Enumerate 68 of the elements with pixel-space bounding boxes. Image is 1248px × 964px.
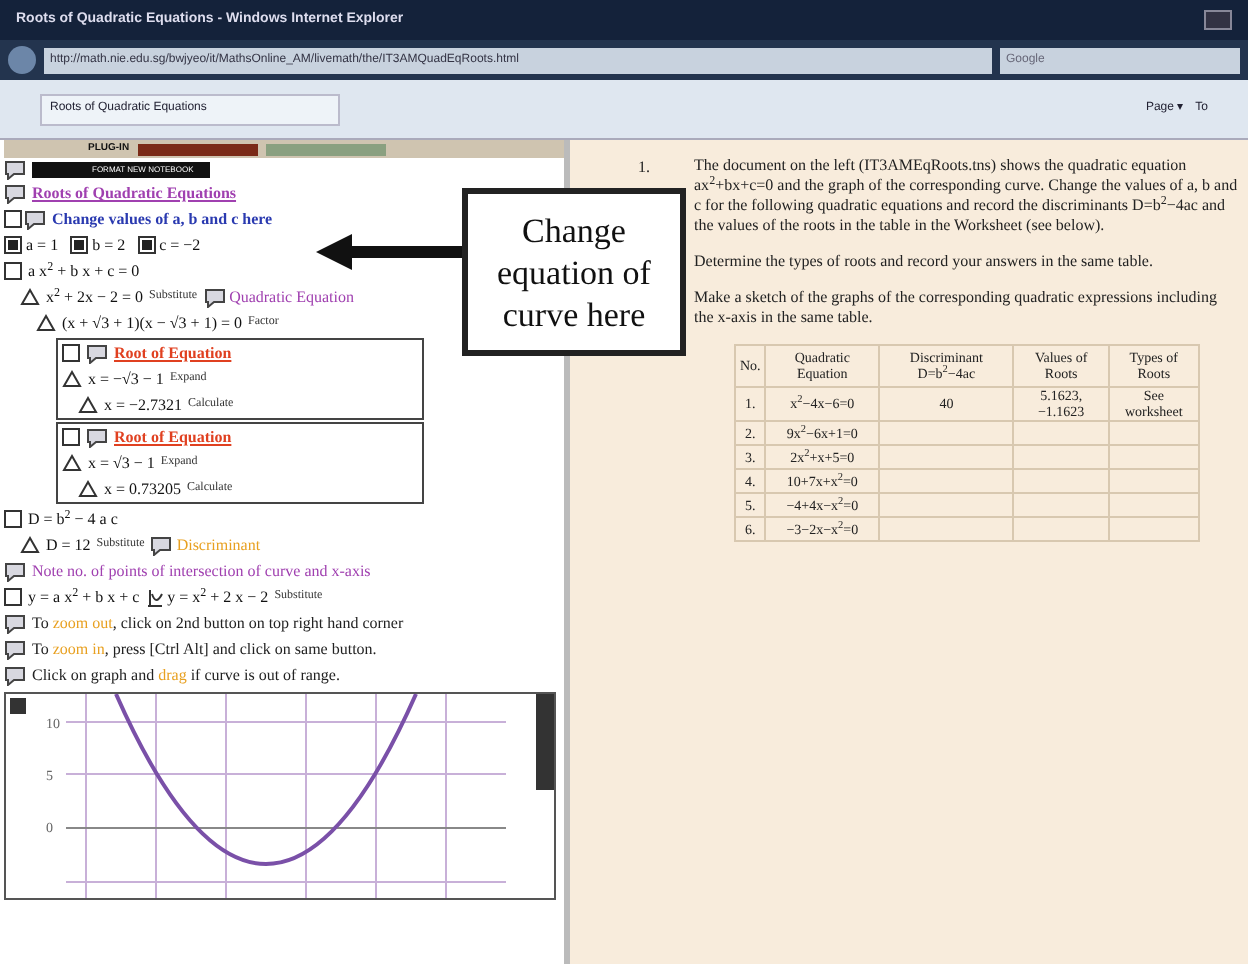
checkbox-icon[interactable]: [4, 588, 22, 606]
table-cell: [879, 517, 1014, 541]
table-cell: [1013, 421, 1109, 445]
value-label: b = 2: [92, 234, 126, 258]
table-cell: [1108, 493, 1199, 517]
document-title-link[interactable]: Roots of Quadratic Equations: [32, 180, 237, 206]
table-cell: [1108, 421, 1199, 445]
math-expression: (x + √3 + 1)(x − √3 + 1) = 0: [62, 312, 242, 336]
value-checkbox[interactable]: [137, 236, 156, 254]
instruction-text: Click on graph and drag if curve is out of range.: [32, 664, 340, 688]
math-expression: x = √3 − 1: [88, 452, 155, 476]
panel-title-link[interactable]: Root of Equation: [114, 340, 232, 366]
table-cell: [1108, 469, 1199, 493]
math-expression: x = −√3 − 1: [88, 368, 164, 392]
checkbox-icon[interactable]: [62, 344, 80, 362]
table-cell: [1013, 469, 1109, 493]
minimize-button[interactable]: [1204, 10, 1232, 30]
table-cell: [879, 469, 1014, 493]
comment-icon: [86, 427, 108, 447]
comment-icon: [150, 535, 173, 555]
panel-title-link[interactable]: Root of Equation: [114, 424, 232, 450]
plot-icon[interactable]: [145, 587, 164, 607]
math-expression: y = a x$^{2}$ + b x + c: [28, 586, 140, 610]
instruction-paragraph: Determine the types of roots and record your answers in the same table.: [694, 252, 1155, 272]
heading-text: Change values of a, b and c here: [52, 208, 273, 232]
callout-box: Change equation of curve here: [462, 188, 686, 356]
toolbar-strip[interactable]: [137, 143, 258, 155]
table-cell: [1013, 493, 1109, 517]
checkbox-icon[interactable]: [62, 428, 80, 446]
comment-icon: [203, 287, 226, 307]
table-cell: [879, 493, 1014, 517]
value-checkbox[interactable]: [4, 236, 22, 254]
comment-icon: [4, 183, 26, 203]
instruction-paragraph: The document on the left (IT3AMEqRoots.tns) shows the quadratic equation ax$^{2}$+bx+c=0 and the graph of the corresponding curve. Change the values of a, b and c for the following quadratic equations and record the discriminants D=b$^{2}$−4ac and the values of the roots in the table in the Worksheet (see below).: [694, 156, 1240, 236]
checkbox-icon[interactable]: [4, 210, 22, 228]
instruction-text: To zoom out, click on 2nd button on top right hand corner: [32, 612, 404, 636]
math-expression: D = b$^{2}$ − 4 a c: [28, 508, 118, 532]
value-checkbox[interactable]: [70, 236, 89, 254]
math-expression: y = x$^{2}$ + 2 x − 2: [167, 586, 269, 610]
comment-icon: [4, 613, 26, 633]
math-expression: x$^{2}$ + 2x − 2 = 0: [46, 286, 144, 310]
comment-icon: [4, 639, 26, 659]
math-expression: x = 0.73205: [104, 478, 182, 502]
comment-icon: [4, 665, 26, 685]
table-cell: [879, 421, 1014, 445]
comment-icon: [24, 209, 46, 229]
comment-icon: [4, 561, 26, 581]
comment-icon: [4, 159, 26, 179]
table-cell: [879, 445, 1014, 469]
back-button[interactable]: [8, 46, 36, 74]
instruction-text: To zoom in, press [Ctrl Alt] and click on same button.: [32, 638, 377, 662]
checkbox-icon[interactable]: [4, 262, 22, 280]
comment-icon: [86, 343, 108, 363]
table-cell: [1108, 445, 1199, 469]
triangle-icon[interactable]: [20, 536, 40, 554]
instruction-paragraph: Make a sketch of the graphs of the corresponding quadratic expressions including the x-axis in the same table.: [694, 288, 1219, 328]
note-text: Note no. of points of intersection of curve and x-axis: [32, 560, 371, 584]
comment-text: Quadratic Equation: [229, 286, 354, 310]
math-expression: x = −2.7321: [104, 394, 183, 418]
table-cell: [1013, 517, 1109, 541]
math-expression: a x$^{2}$ + b x + c = 0: [28, 260, 140, 284]
value-label: c = −2: [159, 234, 201, 258]
checkbox-icon[interactable]: [4, 510, 22, 528]
value-label: a = 1: [26, 234, 59, 258]
table-cell: [1013, 445, 1109, 469]
table-cell: [1108, 517, 1199, 541]
math-expression: D = 12: [46, 534, 91, 558]
comment-text: Discriminant: [176, 534, 261, 558]
